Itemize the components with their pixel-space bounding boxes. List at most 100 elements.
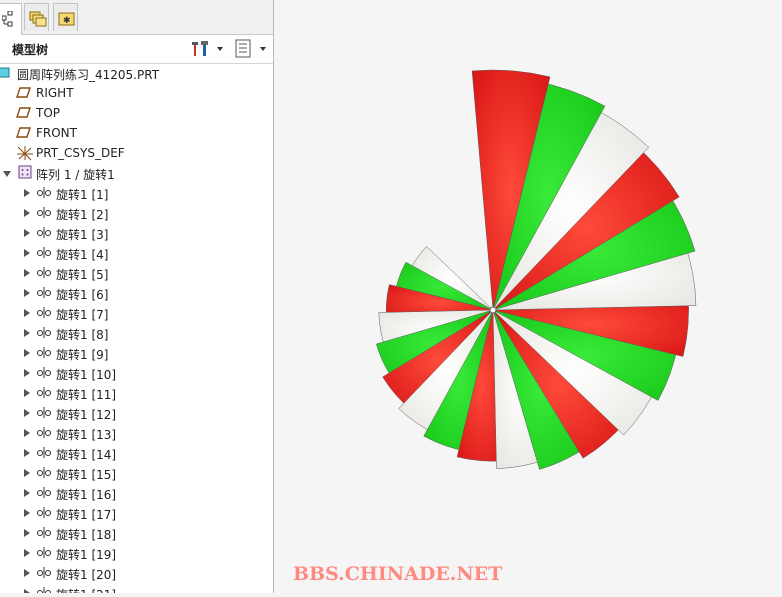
revolve-icon (36, 205, 54, 222)
tree-item-revolve[interactable]: 旋转1 [17] (0, 503, 273, 523)
settings-button[interactable] (191, 39, 227, 59)
tree-item-revolve[interactable]: 旋转1 [14] (0, 443, 273, 463)
expand-arrow-icon[interactable] (24, 309, 30, 317)
tree-item-prt-csys-def[interactable]: PRT_CSYS_DEF (0, 143, 273, 163)
tree-item-revolve[interactable]: 旋转1 [4] (0, 243, 273, 263)
revolve-icon (36, 305, 54, 322)
tree-item-pattern[interactable]: 阵列 1 / 旋转1 (0, 163, 273, 183)
expand-arrow-icon[interactable] (24, 349, 30, 357)
revolve-icon (36, 365, 54, 382)
tree-item-label: PRT_CSYS_DEF (36, 146, 125, 160)
tree-item-label: RIGHT (36, 86, 74, 100)
model-tree-panel: ✱ 模型树 圆周阵列练习_41205.PRT RIGHT TOP FRONT PR (0, 0, 274, 593)
tree-item-label: TOP (36, 106, 61, 120)
tree-item-revolve[interactable]: 旋转1 [3] (0, 223, 273, 243)
tree-item-revolve[interactable]: 旋转1 [18] (0, 523, 273, 543)
revolve-icon (36, 185, 54, 202)
tree-item-label: 旋转1 [1] (56, 188, 109, 202)
collapse-arrow-icon[interactable] (3, 171, 11, 177)
expand-arrow-icon[interactable] (24, 209, 30, 217)
tree-item-label: 旋转1 [20] (56, 568, 117, 582)
tree-item-revolve[interactable]: 旋转1 [5] (0, 263, 273, 283)
tree-item-label: 旋转1 [2] (56, 208, 109, 222)
tree-item-revolve[interactable]: 旋转1 [9] (0, 343, 273, 363)
tree-item-revolve[interactable]: 旋转1 [8] (0, 323, 273, 343)
tree-item-label: 旋转1 [12] (56, 408, 117, 422)
tree-item-label: 旋转1 [3] (56, 228, 109, 242)
expand-arrow-icon[interactable] (24, 469, 30, 477)
tree-item-label: 旋转1 [5] (56, 268, 109, 282)
datum-plane-icon (16, 125, 32, 142)
revolve-icon (36, 465, 54, 482)
expand-arrow-icon[interactable] (24, 509, 30, 517)
expand-arrow-icon[interactable] (24, 229, 30, 237)
folder-browser-icon (29, 11, 47, 27)
revolve-icon (36, 265, 54, 282)
tree-item-right[interactable]: RIGHT (0, 83, 273, 103)
expand-arrow-icon[interactable] (24, 269, 30, 277)
tab-model-tree[interactable] (0, 3, 22, 35)
tree-item-revolve[interactable]: 旋转1 [15] (0, 463, 273, 483)
expand-arrow-icon[interactable] (24, 369, 30, 377)
tab-folder-browser[interactable] (24, 3, 49, 31)
revolve-icon (36, 525, 54, 542)
tree-item-top[interactable]: TOP (0, 103, 273, 123)
expand-arrow-icon[interactable] (24, 189, 30, 197)
tree-item-revolve[interactable]: 旋转1 [7] (0, 303, 273, 323)
tree-item-label: 旋转1 [18] (56, 528, 117, 542)
tree-item-label: 旋转1 [19] (56, 548, 117, 562)
tree-item-label: 旋转1 [7] (56, 308, 109, 322)
tree-item-revolve[interactable]: 旋转1 [2] (0, 203, 273, 223)
graphics-viewport[interactable] (274, 0, 782, 593)
revolve-icon (36, 405, 54, 422)
expand-arrow-icon[interactable] (24, 569, 30, 577)
part-icon (0, 65, 10, 82)
tree-item-label: 旋转1 [14] (56, 448, 117, 462)
tab-favorites[interactable]: ✱ (53, 3, 78, 31)
datum-plane-icon (16, 85, 32, 102)
chevron-down-icon (217, 47, 223, 51)
expand-arrow-icon[interactable] (24, 249, 30, 257)
navigator-tabs: ✱ (0, 0, 273, 35)
expand-arrow-icon[interactable] (24, 389, 30, 397)
tree-item-revolve[interactable]: 旋转1 [12] (0, 403, 273, 423)
tree-root-part[interactable]: 圆周阵列练习_41205.PRT (0, 63, 273, 83)
csys-icon (16, 145, 34, 164)
tree-item-label: 阵列 1 / 旋转1 (36, 168, 115, 182)
expand-arrow-icon[interactable] (24, 329, 30, 337)
expand-arrow-icon[interactable] (24, 589, 30, 593)
revolve-icon (36, 565, 54, 582)
tree-item-revolve[interactable]: 旋转1 [6] (0, 283, 273, 303)
tree-item-label: 圆周阵列练习_41205.PRT (17, 68, 160, 82)
tree-item-revolve[interactable]: 旋转1 [20] (0, 563, 273, 583)
tree-item-revolve[interactable]: 旋转1 [1] (0, 183, 273, 203)
list-icon (235, 39, 251, 58)
tree-item-revolve[interactable]: 旋转1 [16] (0, 483, 273, 503)
show-button[interactable] (234, 39, 270, 59)
expand-arrow-icon[interactable] (24, 489, 30, 497)
revolve-icon (36, 485, 54, 502)
revolve-icon (36, 285, 54, 302)
tree-item-revolve[interactable]: 旋转1 [11] (0, 383, 273, 403)
tree-item-label: 旋转1 [4] (56, 248, 109, 262)
favorites-folder-icon: ✱ (58, 12, 75, 26)
expand-arrow-icon[interactable] (24, 429, 30, 437)
expand-arrow-icon[interactable] (24, 289, 30, 297)
tree-item-revolve[interactable]: 旋转1 [21] (0, 583, 273, 593)
expand-arrow-icon[interactable] (24, 549, 30, 557)
revolve-icon (36, 345, 54, 362)
tree-item-revolve[interactable]: 旋转1 [10] (0, 363, 273, 383)
chevron-down-icon (260, 47, 266, 51)
revolve-icon (36, 445, 54, 462)
model-tree-header: 模型树 (0, 35, 273, 64)
revolved-pattern-model[interactable] (274, 0, 782, 593)
expand-arrow-icon[interactable] (24, 409, 30, 417)
expand-arrow-icon[interactable] (24, 449, 30, 457)
tree-item-label: 旋转1 [15] (56, 468, 117, 482)
tree-item-revolve[interactable]: 旋转1 [13] (0, 423, 273, 443)
tree-item-label: 旋转1 [21] (56, 586, 116, 593)
tree-item-revolve[interactable]: 旋转1 [19] (0, 543, 273, 563)
expand-arrow-icon[interactable] (24, 529, 30, 537)
revolve-icon (36, 325, 54, 342)
tree-item-front[interactable]: FRONT (0, 123, 273, 143)
